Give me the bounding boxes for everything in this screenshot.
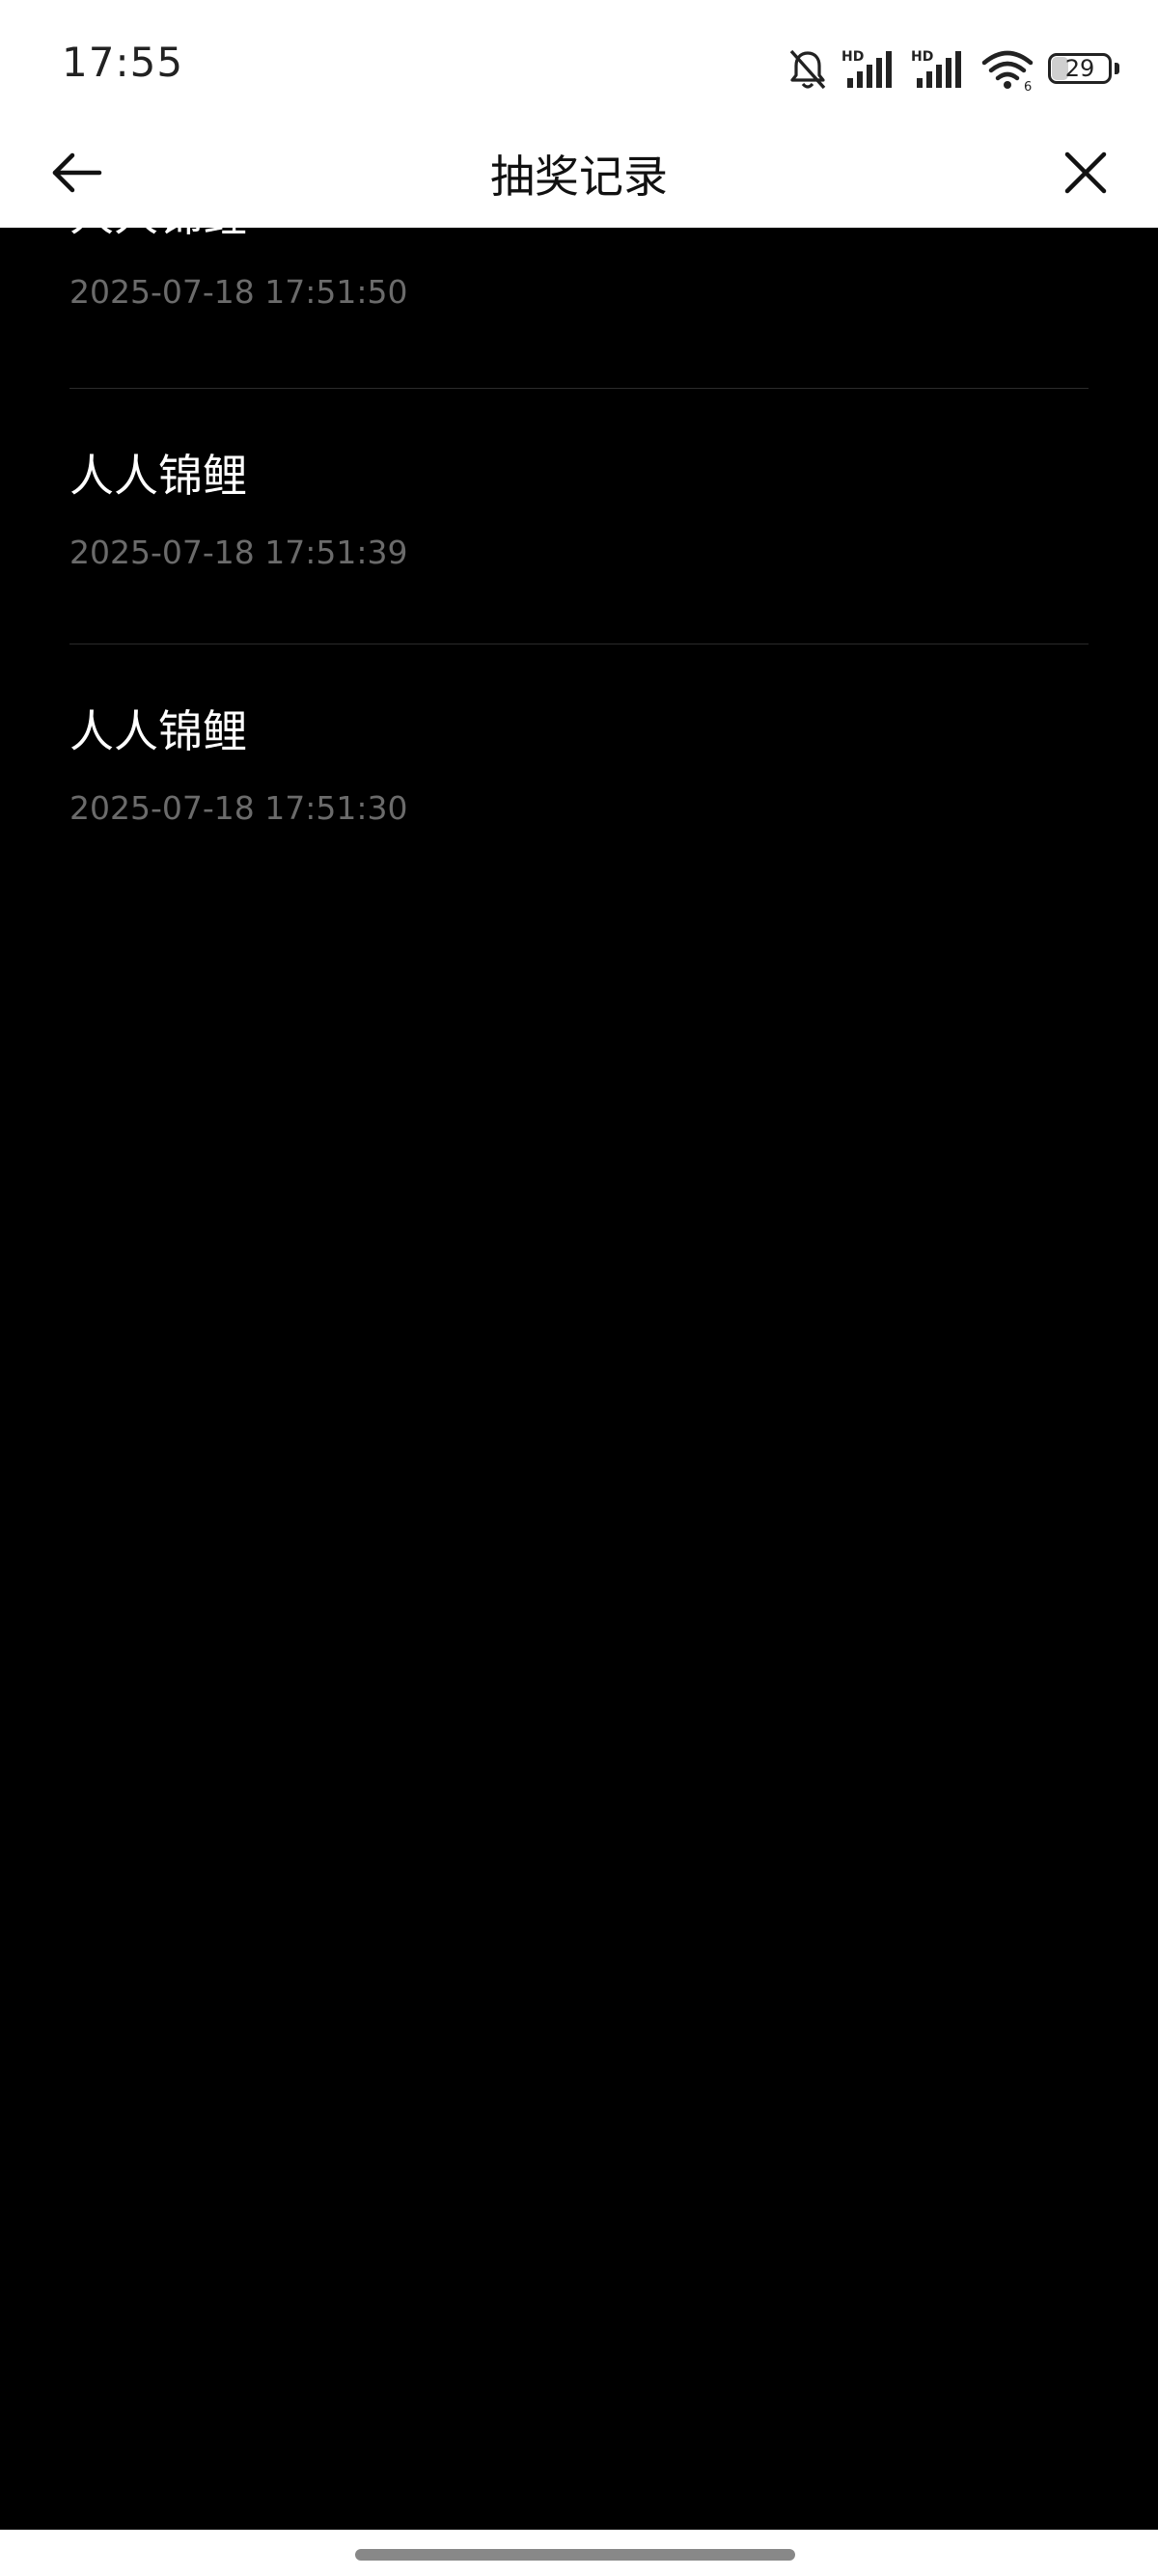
record-time: 2025-07-18 17:51:50 [69, 273, 408, 311]
record-title: 人人锦鲤 [69, 705, 247, 757]
bell-muted-icon [787, 47, 828, 92]
list-item[interactable]: 人人锦鲤 2025-07-18 17:51:39 [69, 389, 1089, 644]
signal-hd-icon: HD [841, 47, 897, 92]
arrow-left-icon [49, 151, 103, 198]
page-title: 抽奖记录 [490, 151, 668, 203]
record-list-container[interactable]: 人人锦鲤 2025-07-18 17:51:50 人人锦鲤 2025-07-18… [0, 228, 1158, 2530]
record-title: 人人锦鲤 [69, 450, 247, 502]
status-bar: 17:55 HD HD 6 29 [0, 0, 1158, 125]
record-time: 2025-07-18 17:51:39 [69, 534, 408, 571]
home-indicator[interactable] [355, 2549, 795, 2561]
hd-label: HD [911, 49, 933, 65]
list-item[interactable]: 人人锦鲤 2025-07-18 17:51:50 [69, 228, 1089, 389]
status-time: 17:55 [62, 39, 184, 86]
battery-icon: 29 [1048, 53, 1119, 86]
status-icons: HD HD 6 29 [787, 42, 1119, 96]
wifi-icon: 6 [980, 47, 1034, 92]
record-title: 人人锦鲤 [69, 228, 247, 244]
record-list: 人人锦鲤 2025-07-18 17:51:50 人人锦鲤 2025-07-18… [0, 228, 1158, 900]
record-time: 2025-07-18 17:51:30 [69, 789, 408, 827]
close-button[interactable] [1052, 141, 1119, 208]
hd-label: HD [841, 49, 864, 65]
back-button[interactable] [42, 141, 110, 208]
header: 抽奖记录 [0, 125, 1158, 228]
battery-level: 29 [1064, 55, 1095, 82]
wifi-sub-label: 6 [1024, 80, 1032, 92]
close-icon [1063, 151, 1108, 199]
list-item[interactable]: 人人锦鲤 2025-07-18 17:51:30 [69, 644, 1089, 900]
signal-hd-icon: HD [911, 47, 967, 92]
bottom-bar [0, 2530, 1158, 2576]
